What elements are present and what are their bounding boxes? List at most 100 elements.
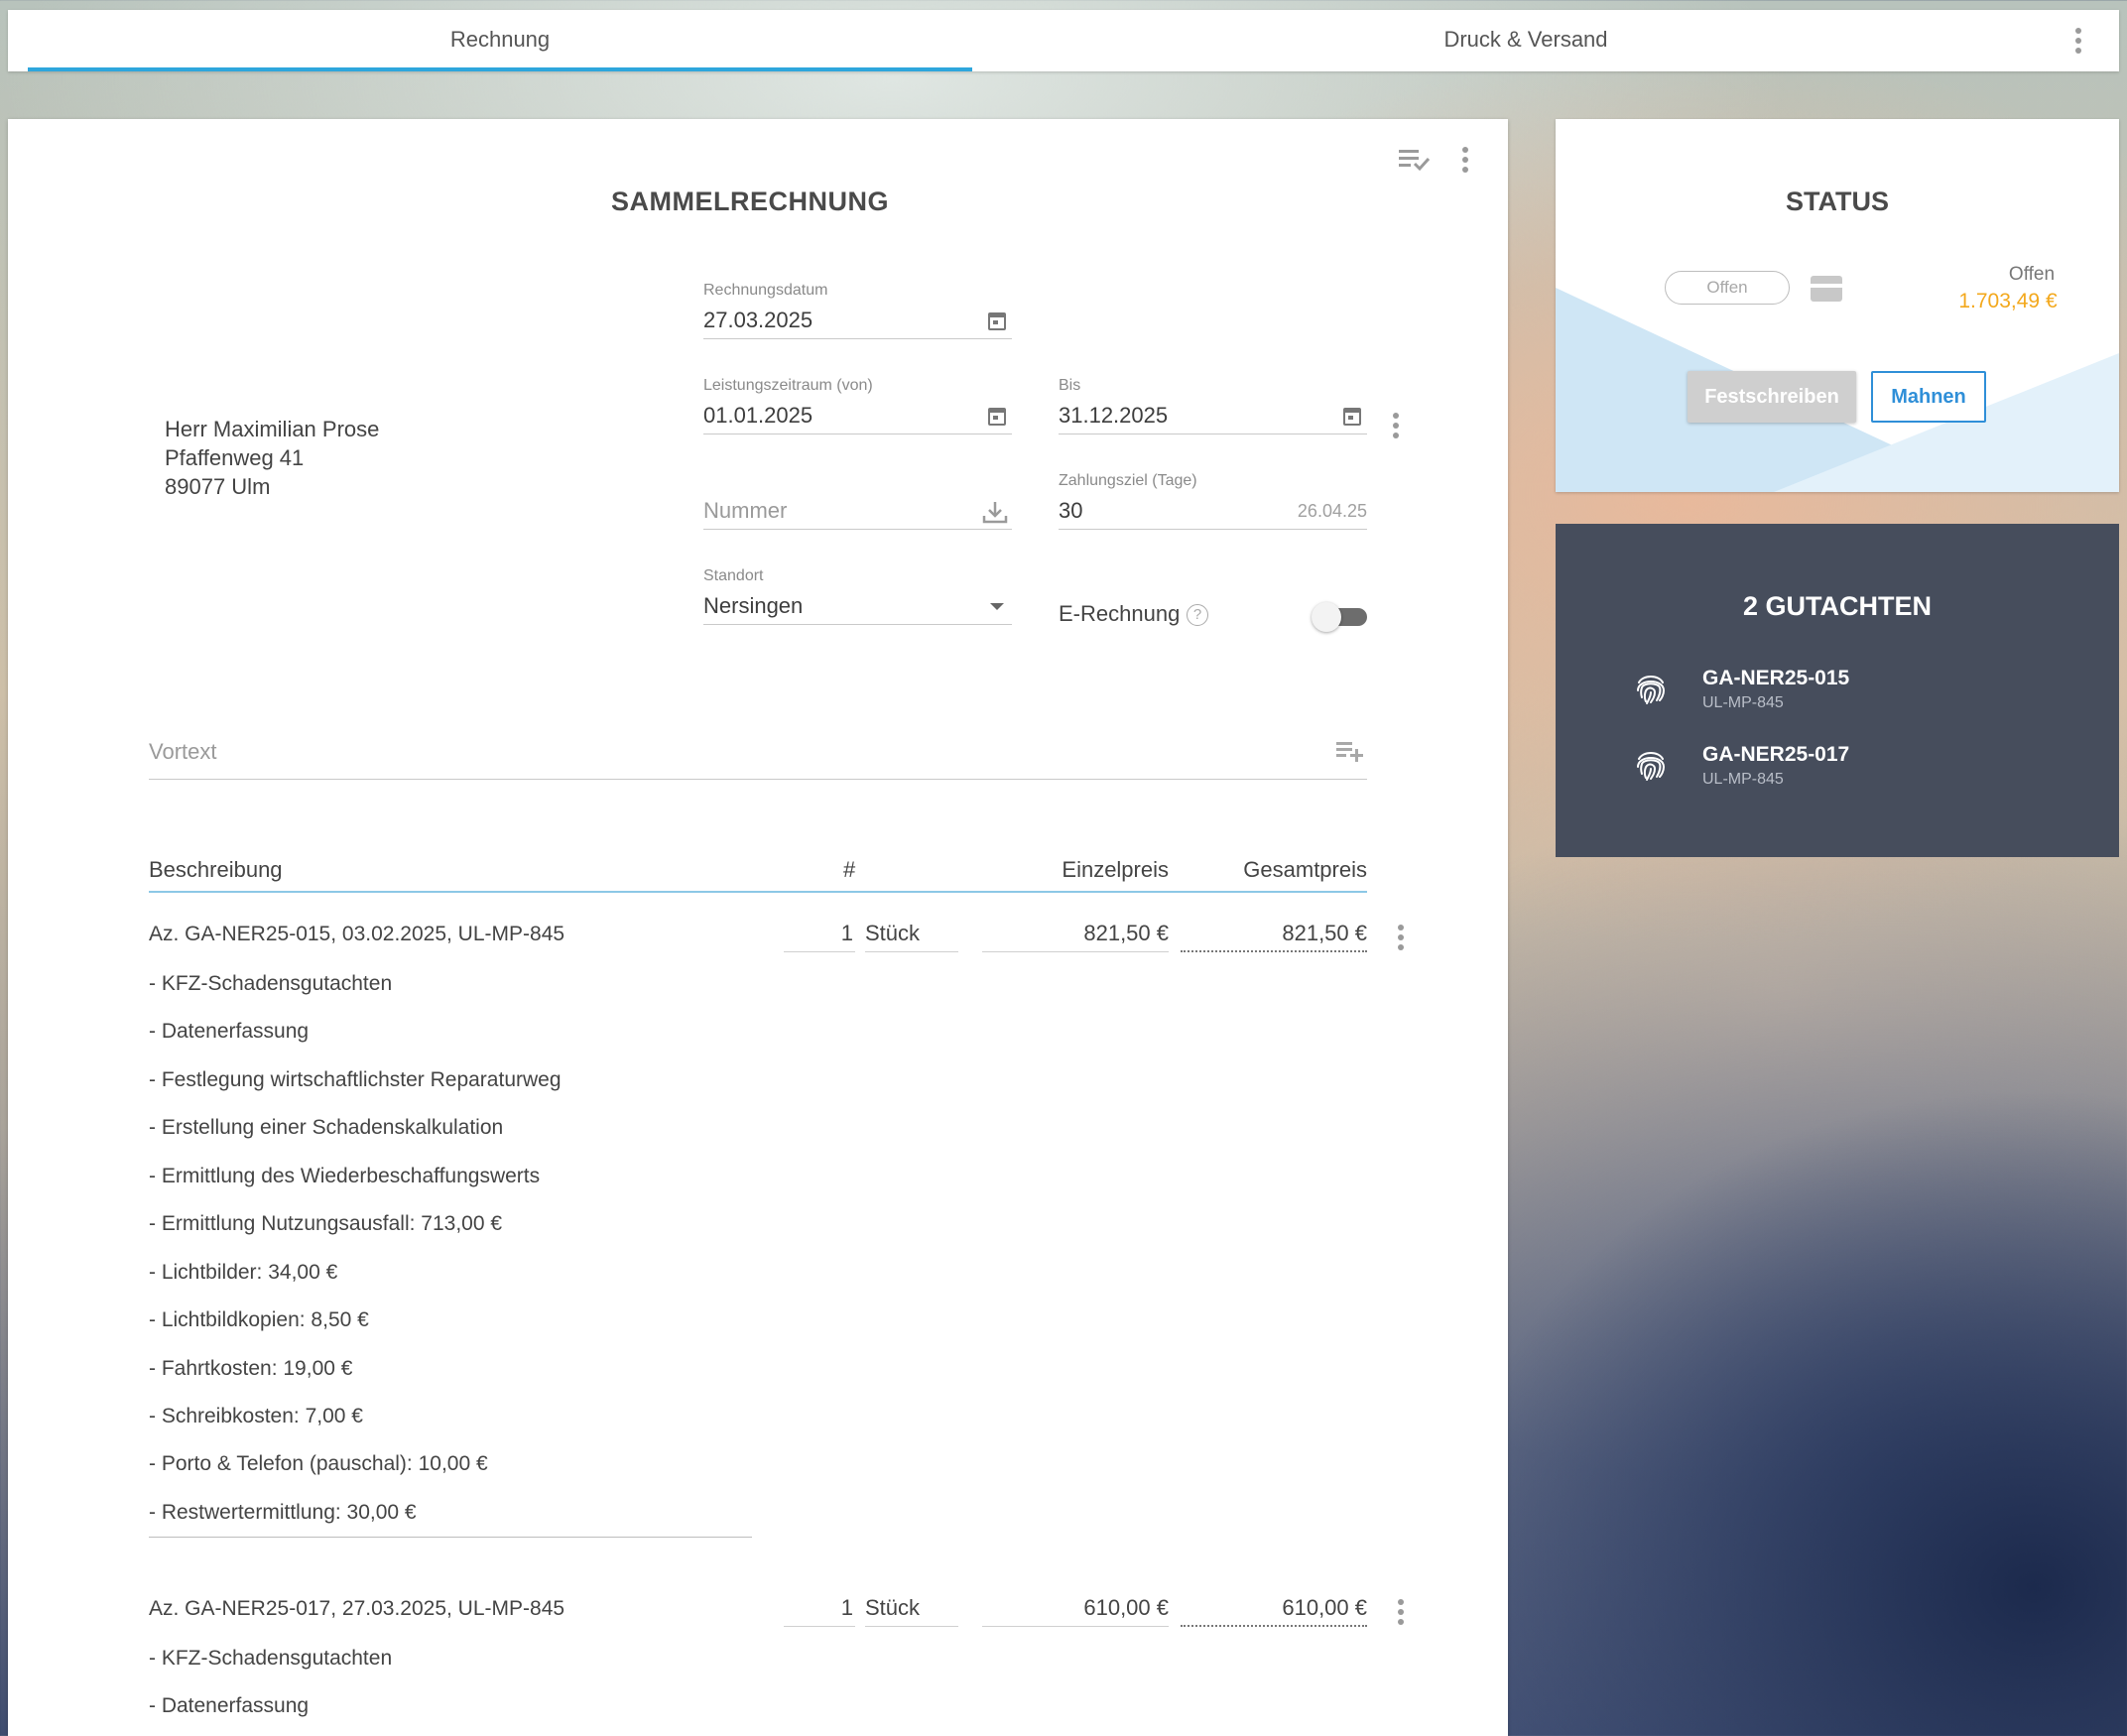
bis-value: 31.12.2025 bbox=[1059, 403, 1169, 428]
open-amount-value: 1.703,49 € bbox=[1958, 290, 2058, 312]
rechnungsdatum-value: 27.03.2025 bbox=[703, 308, 813, 332]
item-line: - Festlegung wirtschaftlichster Reparatu… bbox=[149, 1068, 562, 1091]
erechnung-label: E-Rechnung bbox=[1059, 601, 1181, 626]
col-count: # bbox=[843, 857, 856, 882]
nummer-label-spacer bbox=[703, 472, 1012, 494]
item-line: - Porto & Telefon (pauschal): 10,00 € bbox=[149, 1452, 488, 1475]
item-line: - Lichtbilder: 34,00 € bbox=[149, 1261, 338, 1284]
invoice-title: SAMMELRECHNUNG bbox=[611, 186, 889, 216]
item-line: - Restwertermittlung: 30,00 € bbox=[149, 1501, 417, 1524]
item-unit-input[interactable]: Stück bbox=[865, 917, 958, 952]
standort-label: Standort bbox=[703, 567, 764, 584]
item-unit-price-input[interactable]: 821,50 € bbox=[982, 917, 1169, 952]
item-title: Az. GA-NER25-015, 03.02.2025, UL-MP-845 bbox=[149, 923, 565, 945]
zahlungsziel-input[interactable]: 30 26.04.25 bbox=[1059, 494, 1367, 530]
bis-field[interactable]: Bis 31.12.2025 bbox=[1059, 377, 1367, 434]
rechnungsdatum-input[interactable]: 27.03.2025 bbox=[703, 304, 1012, 339]
items-table-header: Beschreibung # Einzelpreis Gesamtpreis bbox=[149, 853, 1367, 893]
rechnungsdatum-label: Rechnungsdatum bbox=[703, 282, 828, 299]
vortext-input[interactable]: Vortext bbox=[149, 734, 1367, 780]
standort-field[interactable]: Standort Nersingen bbox=[703, 567, 1012, 625]
tab-druck-versand[interactable]: Druck & Versand bbox=[1000, 10, 2052, 71]
leistungszeitraum-von-label: Leistungszeitraum (von) bbox=[703, 377, 873, 394]
calendar-icon[interactable] bbox=[988, 408, 1006, 426]
gutachten-item[interactable]: GA-NER25-015 UL-MP-845 bbox=[1556, 667, 2119, 726]
gutachten-card: 2 GUTACHTEN GA-NER25-015 UL-MP-845 GA-NE… bbox=[1556, 524, 2119, 857]
standort-select[interactable]: Nersingen bbox=[703, 589, 1012, 625]
item-line: - KFZ-Schadensgutachten bbox=[149, 1647, 393, 1670]
playlist-add-icon[interactable] bbox=[1335, 738, 1365, 764]
item-more-icon[interactable] bbox=[1387, 1592, 1415, 1632]
fingerprint-icon bbox=[1637, 752, 1666, 781]
credit-card-icon[interactable] bbox=[1811, 276, 1842, 302]
dropdown-arrow-icon[interactable] bbox=[990, 603, 1004, 610]
gutachten-title: 2 GUTACHTEN bbox=[1742, 591, 1932, 621]
item-qty-input[interactable]: 1 bbox=[784, 1591, 855, 1627]
recipient-city: 89077 Ulm bbox=[165, 474, 271, 499]
status-pill[interactable]: Offen bbox=[1665, 271, 1790, 305]
nummer-field[interactable]: Nummer bbox=[703, 472, 1012, 530]
bis-label: Bis bbox=[1059, 377, 1081, 394]
recipient-street: Pfaffenweg 41 bbox=[165, 445, 305, 470]
item-line: - Schreibkosten: 7,00 € bbox=[149, 1405, 363, 1427]
gutachten-id: GA-NER25-015 bbox=[1702, 667, 1850, 689]
festschreiben-button[interactable]: Festschreiben bbox=[1688, 371, 1856, 423]
gutachten-id: GA-NER25-017 bbox=[1702, 743, 1850, 766]
item-line: - Erstellung einer Schadenskalkulation bbox=[149, 1116, 504, 1139]
gutachten-plate: UL-MP-845 bbox=[1702, 771, 1784, 788]
gutachten-plate: UL-MP-845 bbox=[1702, 694, 1784, 711]
bis-input[interactable]: 31.12.2025 bbox=[1059, 399, 1367, 434]
recipient-address: Herr Maximilian Prose Pfaffenweg 41 8907… bbox=[165, 415, 379, 501]
col-gesamtpreis: Gesamtpreis bbox=[1243, 857, 1367, 882]
zahlungsziel-field[interactable]: Zahlungsziel (Tage) 30 26.04.25 bbox=[1059, 472, 1367, 530]
item-total[interactable]: 610,00 € bbox=[1181, 1591, 1367, 1627]
nummer-placeholder: Nummer bbox=[703, 498, 788, 523]
zahlungsziel-value: 30 bbox=[1059, 498, 1083, 523]
zahlungsziel-label: Zahlungsziel (Tage) bbox=[1059, 472, 1197, 489]
item-line: - Ermittlung des Wiederbeschaffungswerts bbox=[149, 1165, 541, 1187]
status-card: STATUS Offen Offen 1.703,49 € Festschrei… bbox=[1556, 119, 2119, 492]
item-line: - Datenerfassung bbox=[149, 1694, 310, 1717]
description-divider bbox=[149, 1537, 752, 1538]
item-title: Az. GA-NER25-017, 27.03.2025, UL-MP-845 bbox=[149, 1597, 565, 1620]
item-line: - Fahrtkosten: 19,00 € bbox=[149, 1357, 353, 1380]
nummer-input[interactable]: Nummer bbox=[703, 494, 1012, 530]
open-amount-label: Offen bbox=[2008, 264, 2056, 285]
calendar-icon[interactable] bbox=[1343, 408, 1361, 426]
item-unit-input[interactable]: Stück bbox=[865, 1591, 958, 1627]
active-tab-indicator bbox=[28, 67, 972, 71]
status-title: STATUS bbox=[1786, 186, 1889, 216]
toggle-knob bbox=[1312, 602, 1341, 632]
item-unit-price-input[interactable]: 610,00 € bbox=[982, 1591, 1169, 1627]
more-vert-icon[interactable] bbox=[2064, 21, 2092, 61]
date-range-more-icon[interactable] bbox=[1382, 406, 1410, 445]
col-beschreibung: Beschreibung bbox=[149, 857, 283, 882]
item-qty-input[interactable]: 1 bbox=[784, 917, 855, 952]
checklist-icon[interactable] bbox=[1397, 147, 1431, 173]
gutachten-item[interactable]: GA-NER25-017 UL-MP-845 bbox=[1556, 743, 2119, 803]
mahnen-button[interactable]: Mahnen bbox=[1871, 371, 1986, 423]
item-total[interactable]: 821,50 € bbox=[1181, 917, 1367, 952]
tab-rechnung[interactable]: Rechnung bbox=[28, 10, 972, 71]
rechnungsdatum-field[interactable]: Rechnungsdatum 27.03.2025 bbox=[703, 282, 1012, 339]
item-line: - Ermittlung Nutzungsausfall: 713,00 € bbox=[149, 1212, 503, 1235]
leistungszeitraum-von-input[interactable]: 01.01.2025 bbox=[703, 399, 1012, 434]
standort-value: Nersingen bbox=[703, 593, 804, 618]
calendar-icon[interactable] bbox=[988, 312, 1006, 330]
download-icon[interactable] bbox=[982, 500, 1008, 524]
erechnung-toggle[interactable] bbox=[1312, 602, 1367, 632]
due-date-hint: 26.04.25 bbox=[1297, 501, 1367, 521]
help-icon[interactable]: ? bbox=[1187, 604, 1208, 626]
item-line: - KFZ-Schadensgutachten bbox=[149, 972, 393, 995]
leistungszeitraum-von-field[interactable]: Leistungszeitraum (von) 01.01.2025 bbox=[703, 377, 1012, 434]
vortext-placeholder: Vortext bbox=[149, 739, 217, 764]
item-line: - Lichtbildkopien: 8,50 € bbox=[149, 1308, 369, 1331]
leistungszeitraum-von-value: 01.01.2025 bbox=[703, 403, 813, 428]
fingerprint-icon bbox=[1637, 676, 1666, 704]
top-tab-bar: Rechnung Druck & Versand bbox=[8, 10, 2119, 71]
item-more-icon[interactable] bbox=[1387, 918, 1415, 957]
card-more-icon[interactable] bbox=[1451, 140, 1479, 180]
item-line: - Datenerfassung bbox=[149, 1020, 310, 1043]
recipient-name: Herr Maximilian Prose bbox=[165, 417, 380, 441]
col-einzelpreis: Einzelpreis bbox=[1062, 857, 1169, 882]
